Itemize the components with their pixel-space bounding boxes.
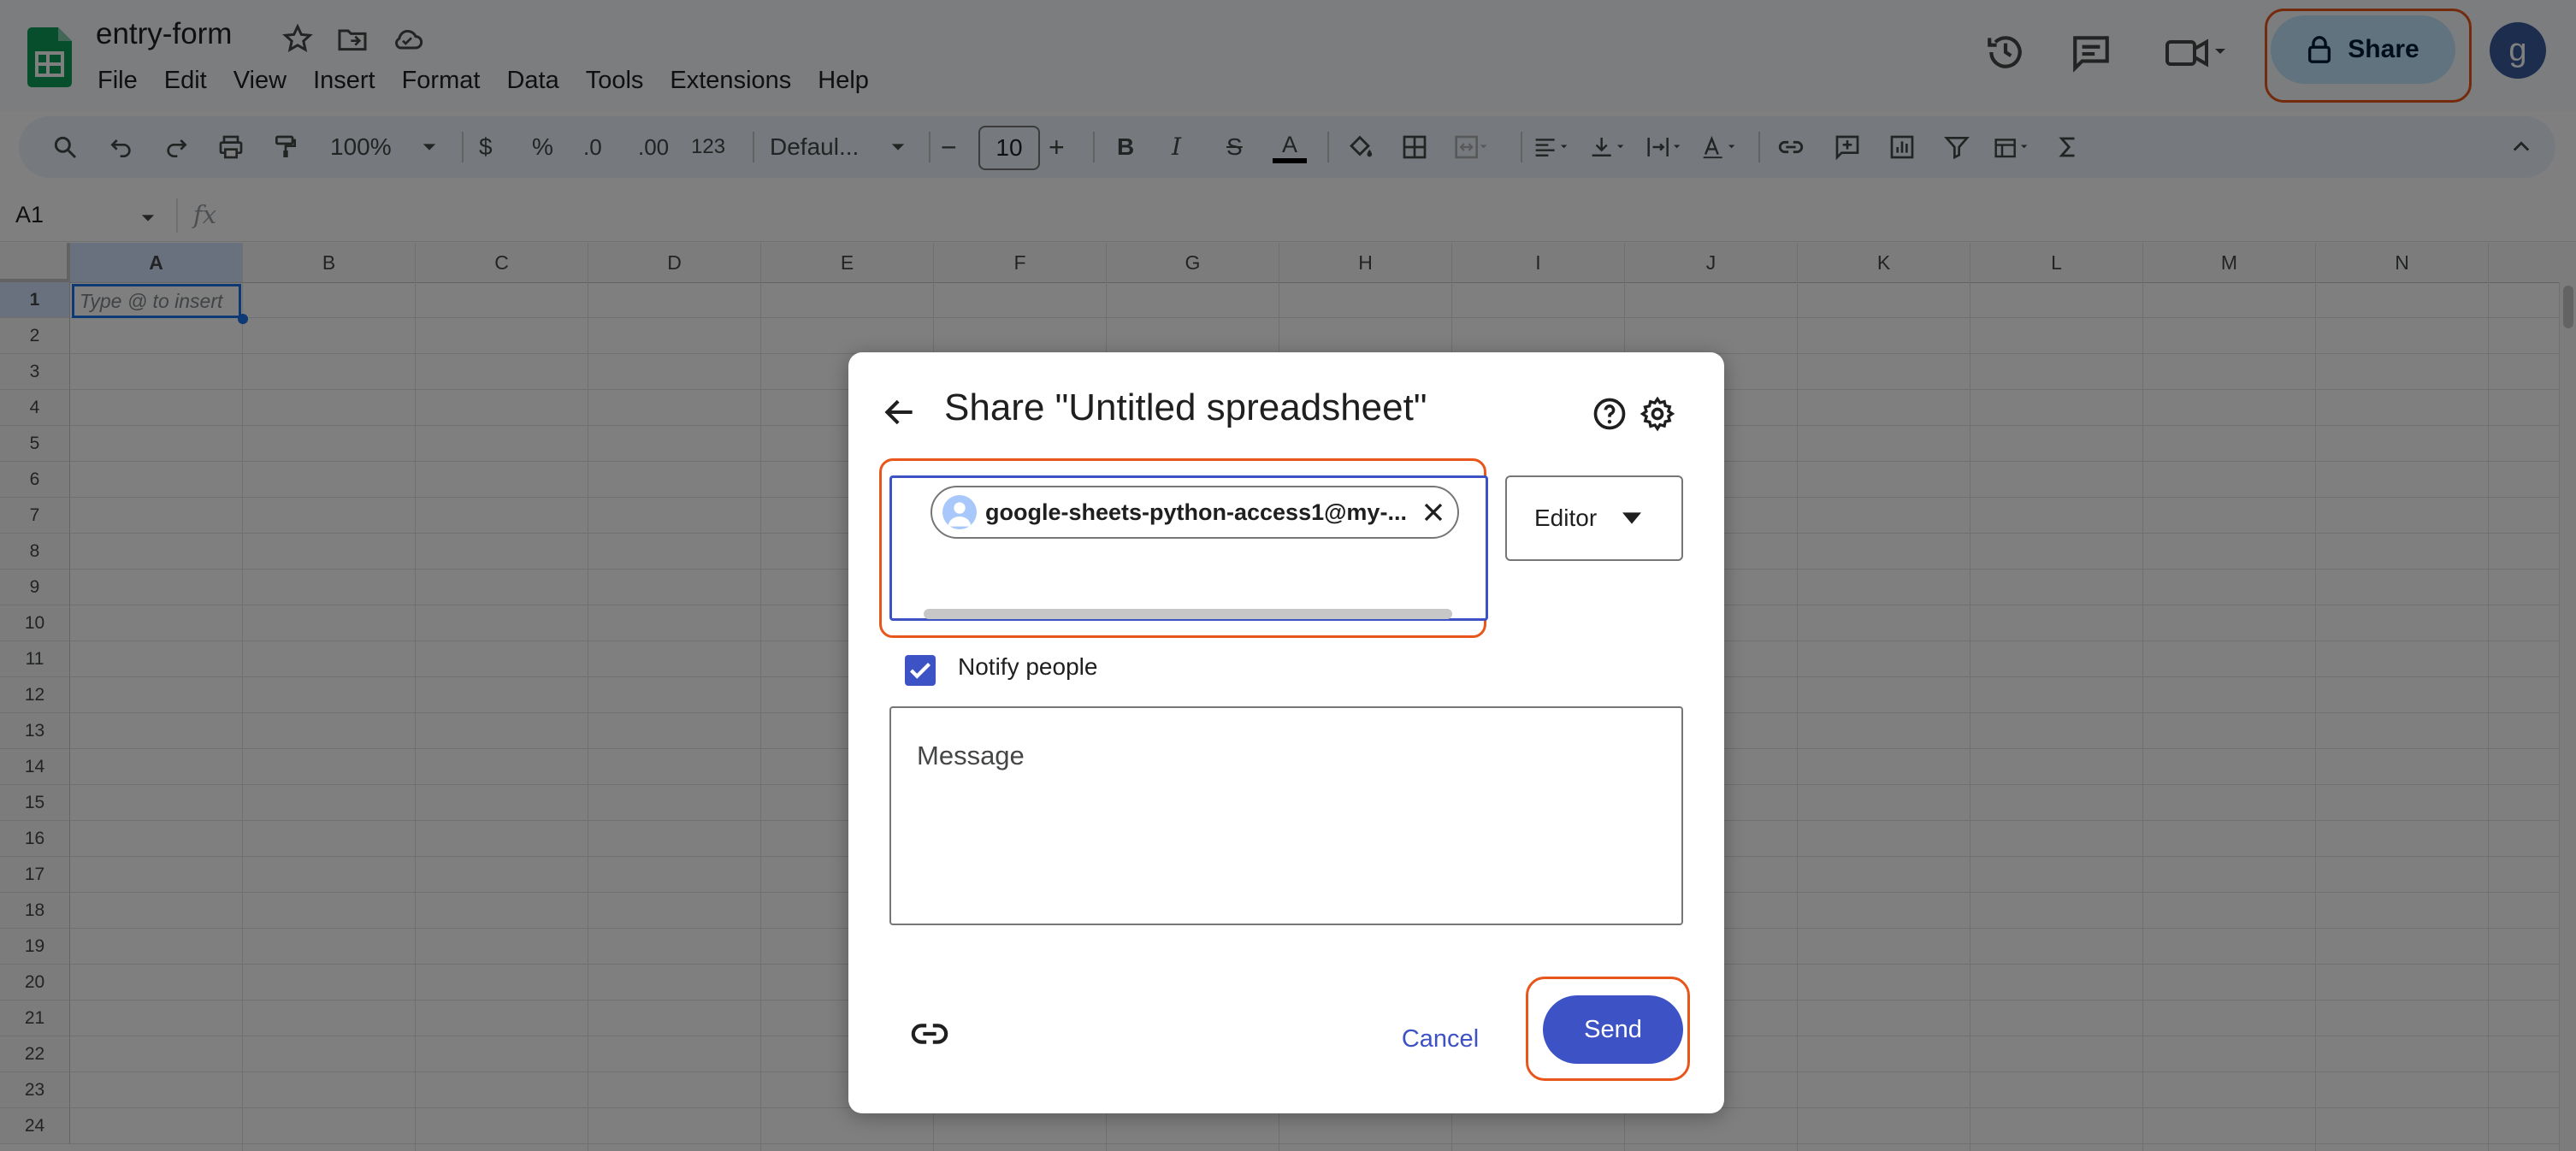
back-arrow-icon[interactable]	[881, 393, 919, 431]
notify-people-label[interactable]: Notify people	[958, 653, 1097, 681]
settings-gear-icon[interactable]	[1639, 395, 1676, 433]
role-select[interactable]: Editor	[1505, 475, 1683, 561]
share-dialog: Share "Untitled spreadsheet" google-shee…	[848, 352, 1724, 1113]
copy-link-icon[interactable]	[910, 1014, 949, 1054]
role-label: Editor	[1534, 505, 1598, 531]
cancel-button[interactable]: Cancel	[1363, 1009, 1517, 1069]
notify-people-checkbox[interactable]	[905, 655, 936, 686]
check-icon	[910, 663, 931, 679]
chevron-down-icon	[1622, 512, 1642, 524]
chip-scrollbar[interactable]	[924, 609, 1452, 619]
message-textarea[interactable]: Message	[889, 706, 1683, 925]
person-icon	[942, 495, 977, 529]
message-placeholder: Message	[917, 741, 1025, 770]
send-button[interactable]: Send	[1543, 995, 1683, 1064]
remove-recipient-close-icon[interactable]	[1418, 497, 1449, 528]
recipient-email: google-sheets-python-access1@my-...	[985, 499, 1407, 525]
dialog-title: Share "Untitled spreadsheet"	[944, 387, 1427, 428]
help-icon[interactable]	[1591, 395, 1628, 433]
recipient-chip[interactable]: google-sheets-python-access1@my-...	[931, 486, 1459, 539]
